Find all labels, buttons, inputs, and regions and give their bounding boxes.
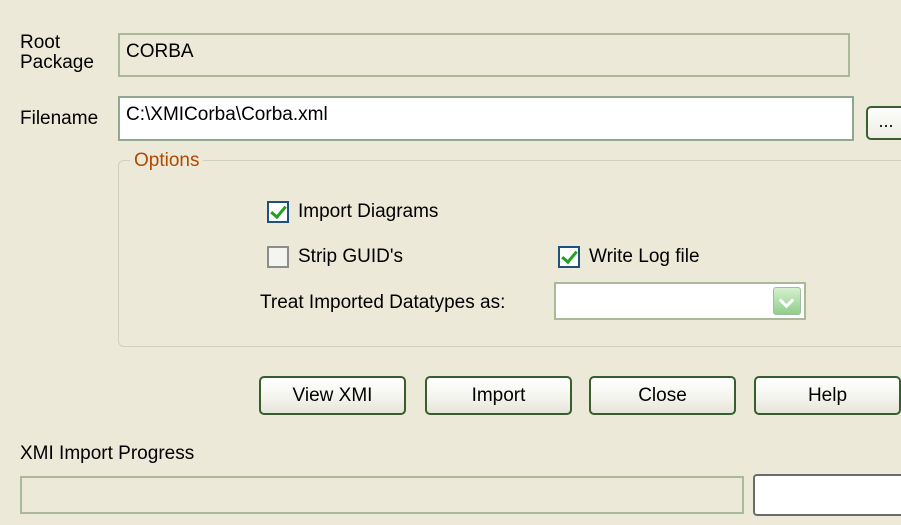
strip-guids-label: Strip GUID's [298,246,403,267]
datatypes-label: Treat Imported Datatypes as: [260,292,506,313]
strip-guids-checkbox[interactable] [267,246,289,268]
chevron-down-icon[interactable] [773,287,801,315]
view-xmi-button[interactable]: View XMI [259,376,406,415]
write-log-checkbox[interactable] [558,246,580,268]
xmi-import-dialog: Root Package CORBA Filename C:\XMICorba\… [0,0,901,525]
import-progress-bar [20,476,744,514]
import-diagrams-label: Import Diagrams [298,201,439,222]
write-log-label: Write Log file [589,246,700,267]
options-legend: Options [130,150,204,172]
root-package-field: CORBA [118,33,850,77]
root-package-label: Root Package [20,32,94,73]
filename-label: Filename [20,108,99,129]
progress-label: XMI Import Progress [20,443,195,464]
datatypes-dropdown[interactable] [554,282,806,320]
progress-side-field [753,474,901,516]
filename-input[interactable]: C:\XMICorba\Corba.xml [118,96,854,141]
import-diagrams-checkbox[interactable] [267,201,289,223]
close-button[interactable]: Close [589,376,736,415]
browse-button[interactable]: ... [866,106,901,140]
help-button[interactable]: Help [754,376,901,415]
import-button[interactable]: Import [425,376,572,415]
